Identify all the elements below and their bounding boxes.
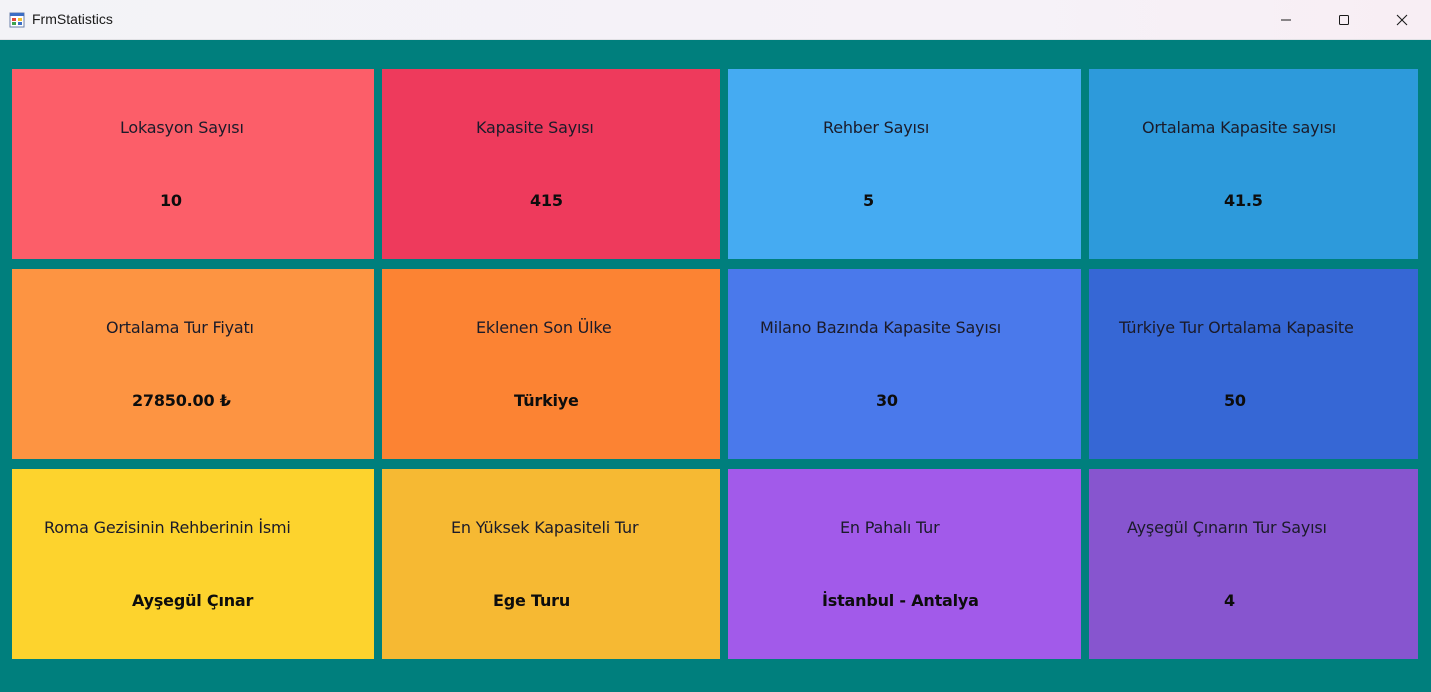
card-label: En Yüksek Kapasiteli Tur bbox=[451, 518, 639, 537]
close-button[interactable] bbox=[1373, 0, 1431, 40]
card-value: Ege Turu bbox=[493, 591, 571, 610]
card-turkiye-ortalama-kapasite: Türkiye Tur Ortalama Kapasite 50 bbox=[1089, 269, 1418, 459]
card-label: Kapasite Sayısı bbox=[476, 118, 594, 137]
card-kapasite-sayisi: Kapasite Sayısı 415 bbox=[382, 69, 720, 259]
card-rehber-sayisi: Rehber Sayısı 5 bbox=[728, 69, 1081, 259]
app-icon bbox=[9, 12, 25, 28]
card-value: 27850.00 ₺ bbox=[132, 391, 231, 410]
card-en-pahali-tur: En Pahalı Tur İstanbul - Antalya bbox=[728, 469, 1081, 659]
card-label: Roma Gezisinin Rehberinin İsmi bbox=[44, 518, 291, 537]
card-label: Ortalama Tur Fiyatı bbox=[106, 318, 254, 337]
card-value: 30 bbox=[876, 391, 898, 410]
maximize-icon bbox=[1339, 15, 1349, 25]
card-value: 5 bbox=[863, 191, 874, 210]
card-value: 4 bbox=[1224, 591, 1235, 610]
card-value: 50 bbox=[1224, 391, 1246, 410]
card-label: Rehber Sayısı bbox=[823, 118, 930, 137]
maximize-button[interactable] bbox=[1315, 0, 1373, 40]
minimize-icon bbox=[1281, 19, 1291, 21]
card-en-yuksek-kapasiteli-tur: En Yüksek Kapasiteli Tur Ege Turu bbox=[382, 469, 720, 659]
card-value: 415 bbox=[530, 191, 563, 210]
card-milano-kapasite: Milano Bazında Kapasite Sayısı 30 bbox=[728, 269, 1081, 459]
card-ortalama-tur-fiyati: Ortalama Tur Fiyatı 27850.00 ₺ bbox=[12, 269, 374, 459]
card-value: 41.5 bbox=[1224, 191, 1263, 210]
minimize-button[interactable] bbox=[1257, 0, 1315, 40]
card-roma-rehber: Roma Gezisinin Rehberinin İsmi Ayşegül Ç… bbox=[12, 469, 374, 659]
title-bar[interactable]: FrmStatistics bbox=[0, 0, 1431, 40]
card-aysegul-tur-sayisi: Ayşegül Çınarın Tur Sayısı 4 bbox=[1089, 469, 1418, 659]
close-icon bbox=[1396, 14, 1408, 26]
card-eklenen-son-ulke: Eklenen Son Ülke Türkiye bbox=[382, 269, 720, 459]
card-value: Ayşegül Çınar bbox=[132, 591, 254, 610]
card-label: Türkiye Tur Ortalama Kapasite bbox=[1119, 318, 1354, 337]
statistics-panel: Lokasyon Sayısı 10 Kapasite Sayısı 415 R… bbox=[0, 40, 1431, 692]
window-title: FrmStatistics bbox=[32, 11, 113, 27]
card-label: Ayşegül Çınarın Tur Sayısı bbox=[1127, 518, 1327, 537]
card-value: Türkiye bbox=[514, 391, 579, 410]
card-label: Ortalama Kapasite sayısı bbox=[1142, 118, 1336, 137]
card-label: Milano Bazında Kapasite Sayısı bbox=[760, 318, 1001, 337]
card-lokasyon-sayisi: Lokasyon Sayısı 10 bbox=[12, 69, 374, 259]
card-label: Eklenen Son Ülke bbox=[476, 318, 612, 337]
card-value: İstanbul - Antalya bbox=[822, 591, 979, 610]
card-ortalama-kapasite: Ortalama Kapasite sayısı 41.5 bbox=[1089, 69, 1418, 259]
card-label: En Pahalı Tur bbox=[840, 518, 940, 537]
card-label: Lokasyon Sayısı bbox=[120, 118, 244, 137]
card-value: 10 bbox=[160, 191, 182, 210]
